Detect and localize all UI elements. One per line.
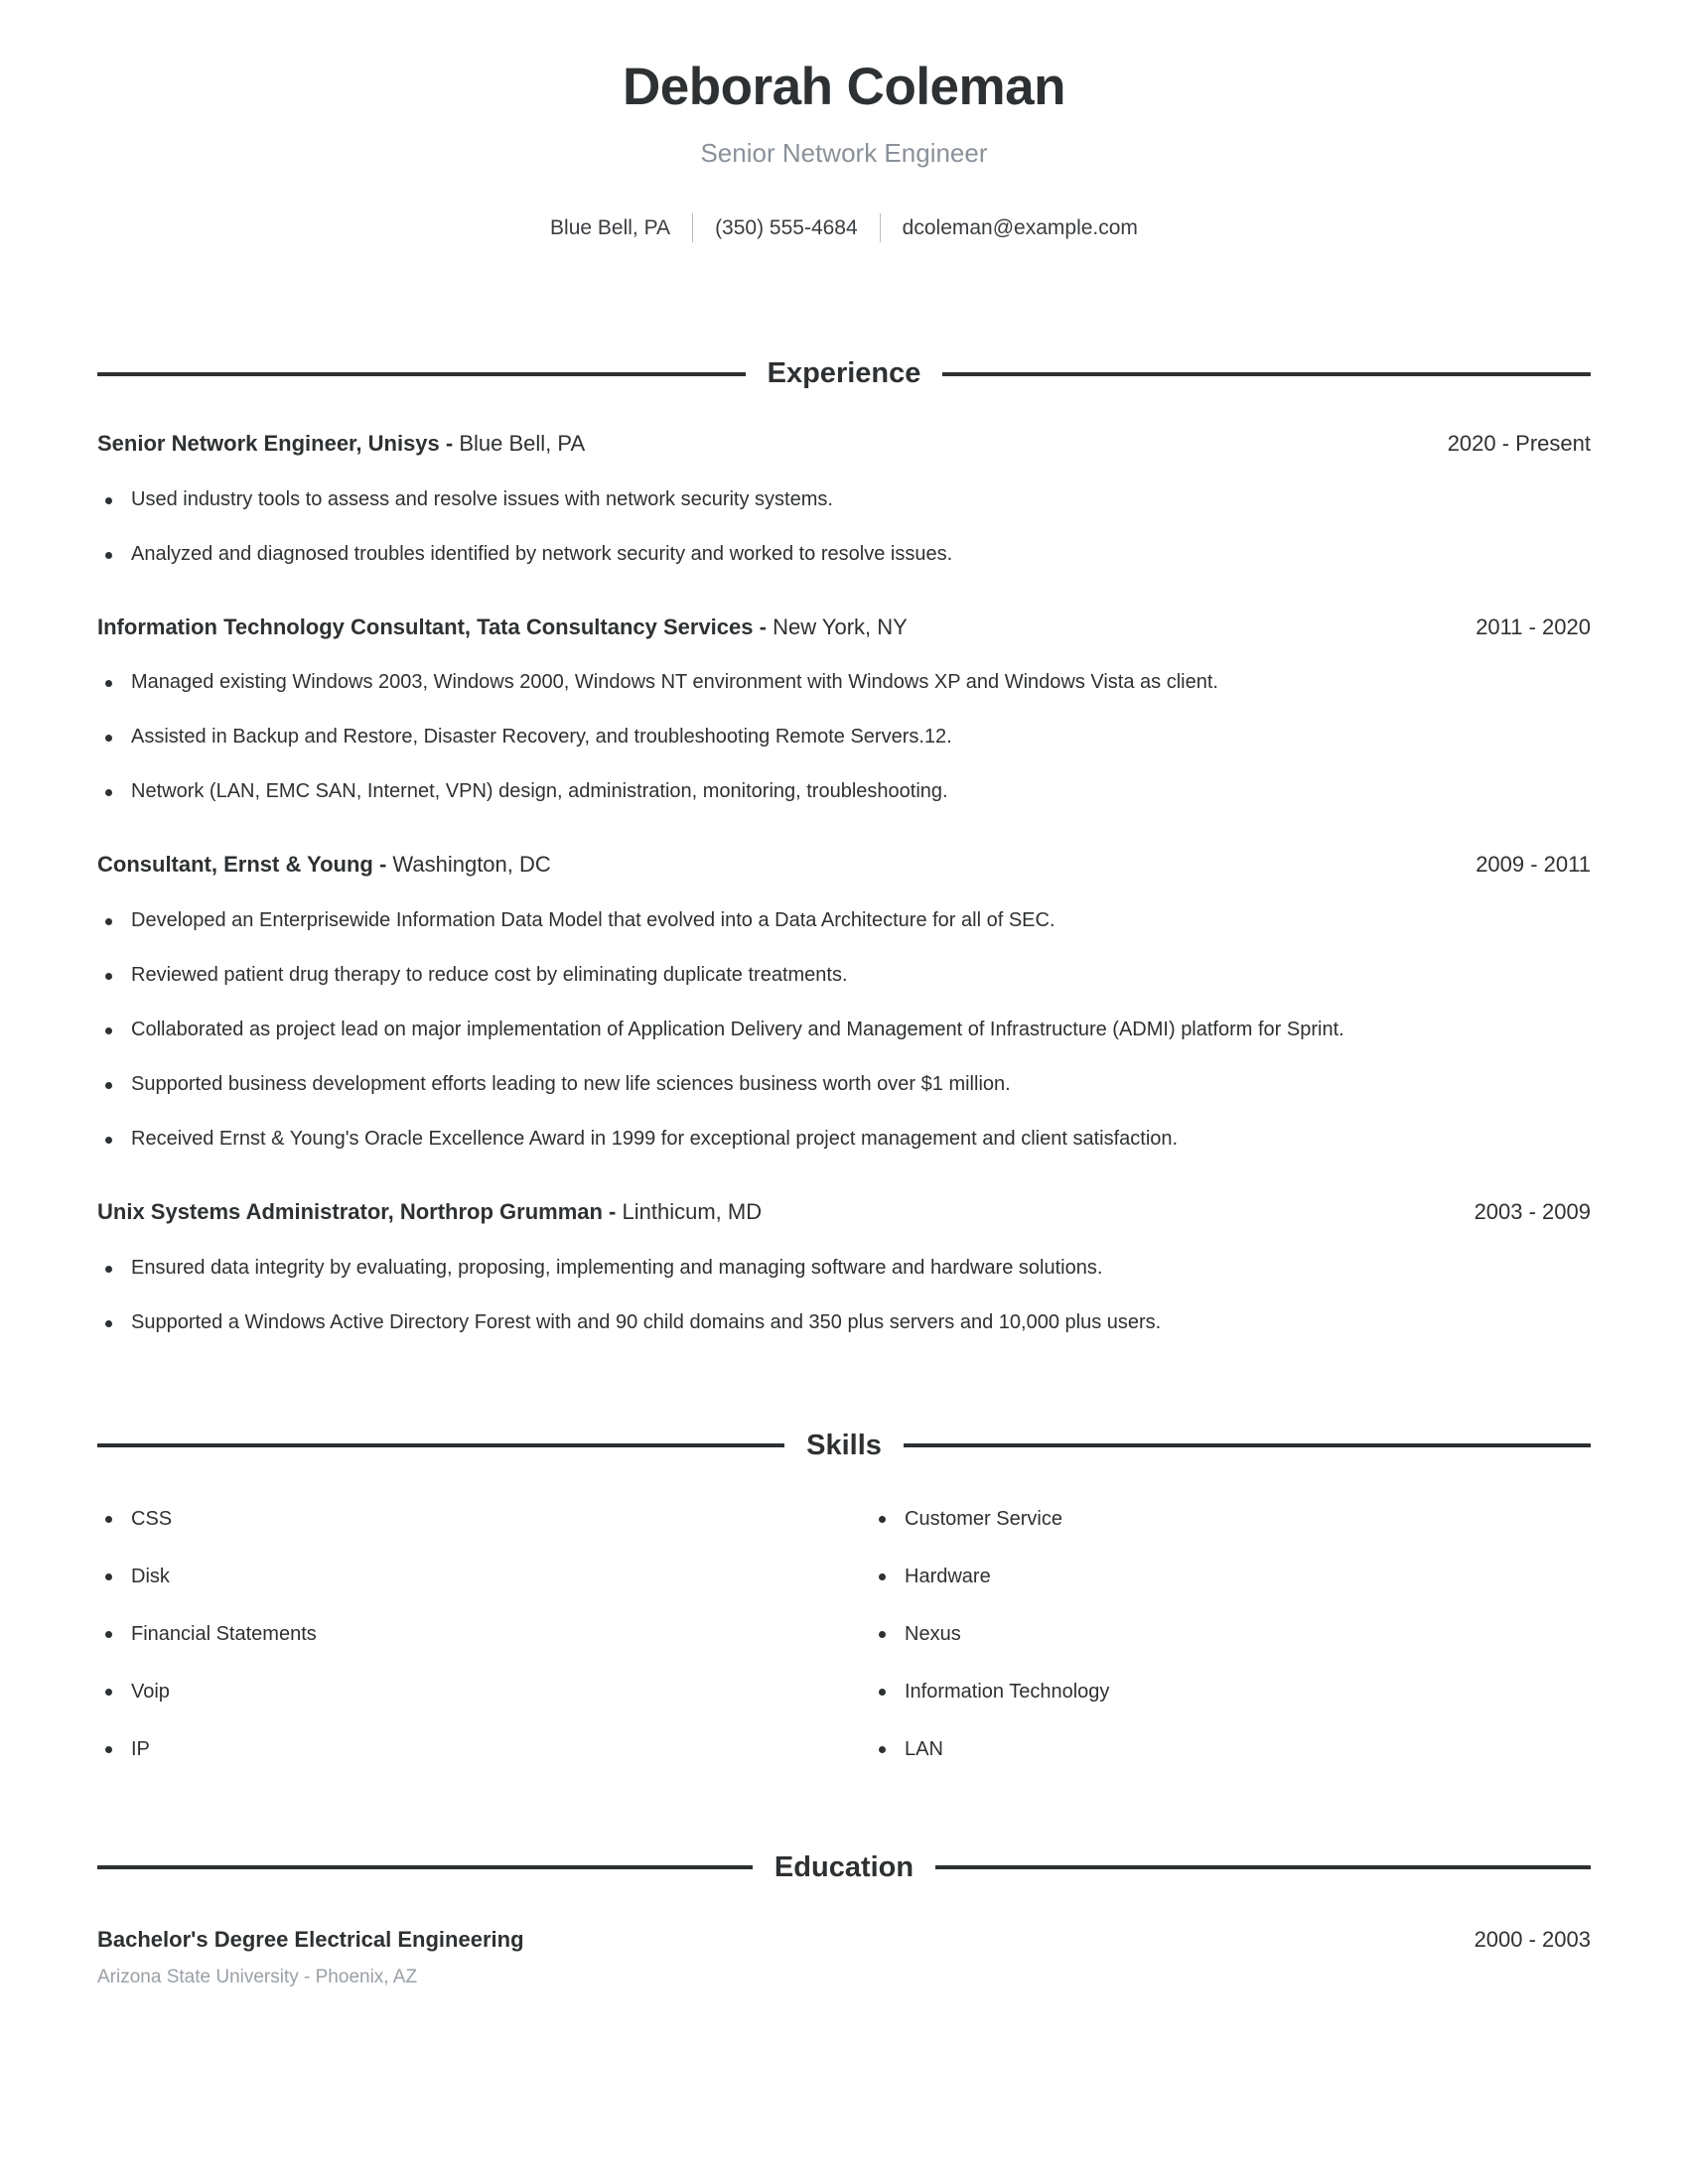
skills-list-left: CSS Disk Financial Statements Voip IP — [97, 1506, 844, 1762]
job-bullet: Assisted in Backup and Restore, Disaster… — [97, 724, 1591, 751]
job-bullet-list: Ensured data integrity by evaluating, pr… — [97, 1255, 1591, 1336]
section-rule-left — [97, 1865, 753, 1869]
section-rule-right — [942, 371, 1592, 376]
skills-section-title: Skills — [806, 1429, 882, 1461]
job-dates: 2009 - 2011 — [1476, 852, 1591, 878]
section-rule-left — [97, 1443, 785, 1447]
skills-list-right: Customer Service Hardware Nexus Informat… — [871, 1506, 1591, 1762]
job-location: Linthicum, MD — [622, 1198, 763, 1224]
job-bullet: Supported a Windows Active Directory For… — [97, 1309, 1591, 1336]
education-entry: Bachelor's Degree Electrical Engineering… — [97, 1926, 1591, 1990]
job-bullet: Analyzed and diagnosed troubles identifi… — [97, 541, 1591, 568]
job-location: Washington, DC — [392, 852, 551, 878]
skills-section-head: Skills — [97, 1429, 1591, 1461]
job-bullet: Supported business development efforts l… — [97, 1071, 1591, 1098]
education-entry-head: Bachelor's Degree Electrical Engineering… — [97, 1926, 1591, 1955]
education-degree: Bachelor's Degree Electrical Engineering — [97, 1926, 524, 1952]
experience-section-head: Experience — [97, 357, 1592, 390]
education-dates: 2000 - 2003 — [1474, 1926, 1591, 1952]
experience-entry-heading: Consultant, Ernst & Young - Washington, … — [97, 851, 551, 880]
experience-entry-heading: Unix Systems Administrator, Northrop Gru… — [97, 1198, 762, 1227]
education-school: Arizona State University - Phoenix, AZ — [97, 1967, 418, 1988]
section-rule-right — [903, 1443, 1591, 1447]
job-bullet: Collaborated as project lead on major im… — [97, 1017, 1591, 1043]
experience-entry-heading: Senior Network Engineer, Unisys - Blue B… — [97, 430, 585, 459]
job-title-company: Senior Network Engineer, Unisys - — [97, 431, 454, 457]
job-bullet-list: Used industry tools to assess and resolv… — [97, 486, 1591, 568]
experience-entries: Senior Network Engineer, Unisys - Blue B… — [97, 430, 1591, 1335]
section-rule-left — [97, 371, 746, 376]
education-section-title: Education — [774, 1850, 914, 1883]
candidate-headline: Senior Network Engineer — [700, 137, 988, 168]
job-title-company: Consultant, Ernst & Young - — [97, 852, 387, 878]
job-location: New York, NY — [773, 614, 908, 639]
contact-email[interactable]: dcoleman@example.com — [903, 214, 1138, 241]
job-dates: 2003 - 2009 — [1474, 1198, 1591, 1224]
job-dates: 2011 - 2020 — [1476, 614, 1591, 639]
job-bullet: Network (LAN, EMC SAN, Internet, VPN) de… — [97, 778, 1591, 805]
skills-column-right: Customer Service Hardware Nexus Informat… — [844, 1474, 1591, 1762]
skill-item: Disk — [97, 1564, 844, 1589]
experience-section-title: Experience — [767, 357, 921, 390]
job-dates: 2020 - Present — [1447, 431, 1591, 457]
contact-separator-1 — [692, 213, 694, 243]
section-rule-right — [935, 1865, 1592, 1869]
skill-item: Hardware — [871, 1564, 1591, 1589]
job-bullet-list: Developed an Enterprisewide Information … — [97, 907, 1591, 1153]
experience-entry: Unix Systems Administrator, Northrop Gru… — [97, 1198, 1591, 1336]
experience-entry-head: Senior Network Engineer, Unisys - Blue B… — [97, 430, 1591, 459]
education-section-head: Education — [97, 1850, 1592, 1883]
skill-item: Voip — [97, 1679, 844, 1705]
job-bullet: Reviewed patient drug therapy to reduce … — [97, 962, 1591, 989]
experience-entry: Consultant, Ernst & Young - Washington, … — [97, 851, 1591, 1153]
skills-column-left: CSS Disk Financial Statements Voip IP — [97, 1474, 844, 1762]
job-title-company: Unix Systems Administrator, Northrop Gru… — [97, 1198, 617, 1224]
experience-entry: Information Technology Consultant, Tata … — [97, 614, 1591, 806]
experience-entry-heading: Information Technology Consultant, Tata … — [97, 614, 908, 642]
job-bullet: Ensured data integrity by evaluating, pr… — [97, 1255, 1591, 1282]
skill-item: Customer Service — [871, 1506, 1591, 1532]
contact-line: Blue Bell, PA (350) 555-4684 dcoleman@ex… — [97, 213, 1591, 243]
job-title-company: Information Technology Consultant, Tata … — [97, 614, 767, 639]
skills-section: Skills CSS Disk Financial Statements Voi… — [97, 1429, 1591, 1762]
experience-entry-head: Consultant, Ernst & Young - Washington, … — [97, 851, 1591, 880]
resume-header: Deborah Coleman Senior Network Engineer … — [97, 0, 1591, 243]
job-bullet: Managed existing Windows 2003, Windows 2… — [97, 669, 1591, 696]
skill-item: IP — [97, 1736, 844, 1762]
candidate-name: Deborah Coleman — [622, 58, 1066, 116]
skill-item: Nexus — [871, 1621, 1591, 1647]
experience-entry-head: Information Technology Consultant, Tata … — [97, 614, 1591, 642]
education-section: Education Bachelor's Degree Electrical E… — [97, 1850, 1592, 1990]
skill-item: LAN — [871, 1736, 1591, 1762]
skill-item: Information Technology — [871, 1679, 1591, 1705]
job-bullet-list: Managed existing Windows 2003, Windows 2… — [97, 669, 1591, 805]
contact-separator-2 — [879, 213, 881, 243]
experience-entry-head: Unix Systems Administrator, Northrop Gru… — [97, 1198, 1591, 1227]
job-bullet: Received Ernst & Young's Oracle Excellen… — [97, 1126, 1591, 1153]
experience-entry: Senior Network Engineer, Unisys - Blue B… — [97, 430, 1591, 568]
resume-page: Deborah Coleman Senior Network Engineer … — [0, 0, 1688, 2184]
contact-phone[interactable]: (350) 555-4684 — [715, 214, 858, 241]
skill-item: CSS — [97, 1506, 844, 1532]
job-bullet: Used industry tools to assess and resolv… — [97, 486, 1591, 513]
skills-columns: CSS Disk Financial Statements Voip IP Cu… — [97, 1474, 1591, 1762]
skill-item: Financial Statements — [97, 1621, 844, 1647]
job-bullet: Developed an Enterprisewide Information … — [97, 907, 1591, 934]
job-location: Blue Bell, PA — [459, 431, 586, 457]
contact-location: Blue Bell, PA — [550, 215, 671, 239]
experience-section: Experience Senior Network Engineer, Unis… — [97, 357, 1592, 1335]
